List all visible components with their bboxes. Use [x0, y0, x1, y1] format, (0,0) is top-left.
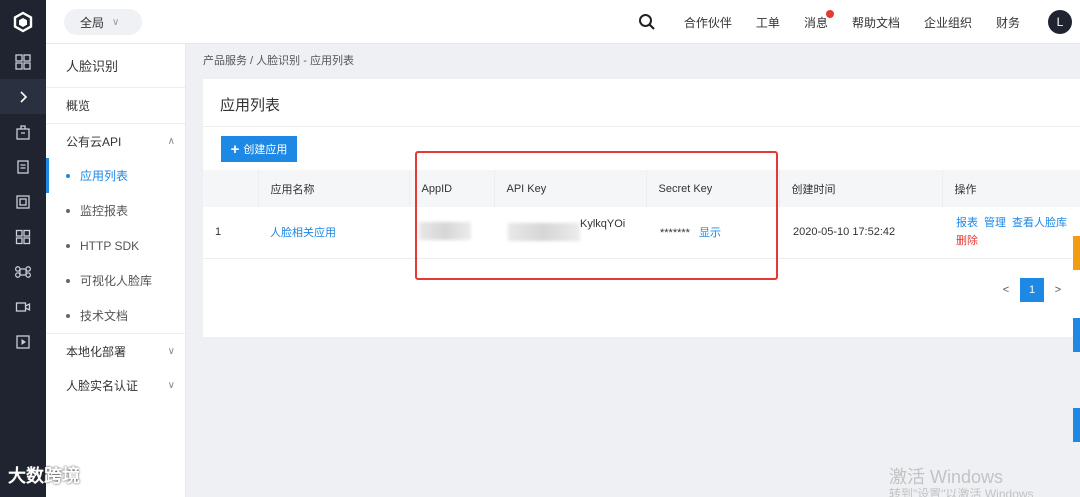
building-icon[interactable] [0, 114, 46, 149]
col-header-name: 应用名称 [258, 170, 410, 207]
sidebar-item-label: HTTP SDK [80, 238, 140, 253]
nav-messages-label: 消息 [803, 15, 828, 30]
search-icon[interactable] [638, 13, 656, 31]
pagination: < 1 > [992, 278, 1070, 302]
command-icon[interactable] [0, 254, 46, 289]
sidebar-item-http-sdk[interactable]: HTTP SDK [46, 228, 185, 263]
sidebar-group-label: 人脸实名认证 [66, 379, 139, 393]
sidebar-item-label: 技术文档 [80, 309, 129, 323]
play-icon[interactable] [0, 324, 46, 359]
nav-finance[interactable]: 财务 [996, 14, 1020, 31]
sidebar-item-monitor[interactable]: 监控报表 [46, 193, 185, 228]
brand-watermark: 大数跨境 [8, 462, 80, 488]
nav-help-docs[interactable]: 帮助文档 [852, 14, 900, 31]
ops-links: 报表 管理 查看人脸库删除 [956, 214, 1080, 250]
col-header-index [203, 170, 259, 207]
windows-activation-hint: 转到"设置"以激活 Windows [889, 487, 1034, 497]
scope-label: 全局 [80, 15, 105, 30]
sidebar-title: 人脸识别 [46, 44, 185, 88]
plus-icon: + [230, 140, 240, 158]
nav-messages[interactable]: 消息 [803, 9, 834, 31]
brand-watermark-text: 大数跨境 [8, 466, 80, 486]
nav-tickets[interactable]: 工单 [756, 14, 780, 31]
scope-selector[interactable]: 全局 ∨ [64, 9, 142, 35]
breadcrumb: 产品服务 / 人脸识别 - 应用列表 [203, 55, 354, 67]
ops-cell: 报表 管理 查看人脸库删除 [942, 207, 1080, 259]
grid-icon[interactable] [0, 44, 46, 79]
prev-page-button[interactable]: < [994, 278, 1018, 302]
sidebar-item-face-library[interactable]: 可视化人脸库 [46, 263, 185, 298]
bullet-icon [66, 278, 70, 283]
bullet-icon [66, 208, 70, 213]
create-app-label: 创建应用 [243, 144, 288, 156]
document-icon[interactable] [0, 149, 46, 184]
page-1-button[interactable]: 1 [1020, 278, 1044, 302]
col-header-created: 创建时间 [779, 170, 943, 207]
frame-icon[interactable] [0, 184, 46, 219]
report-link[interactable]: 报表 [956, 217, 978, 229]
sidebar-group-realname[interactable]: 人脸实名认证 ∨ [46, 368, 185, 403]
avatar[interactable]: L [1048, 10, 1072, 34]
bullet-icon [66, 173, 70, 178]
created-time: 2020-05-10 17:52:42 [779, 207, 942, 259]
next-page-button[interactable]: > [1046, 278, 1070, 302]
create-app-button[interactable]: + 创建应用 [221, 136, 297, 162]
sidebar-item-label: 应用列表 [80, 169, 129, 183]
sidebar-item-label: 监控报表 [80, 204, 129, 218]
bullet-icon [66, 243, 70, 248]
side-tab[interactable] [1073, 408, 1080, 442]
delete-link[interactable]: 删除 [956, 235, 978, 247]
chevron-down-icon: ∨ [167, 345, 175, 357]
bullet-icon [66, 313, 70, 318]
manage-link[interactable]: 管理 [984, 217, 1006, 229]
sidebar-item-overview[interactable]: 概览 [46, 88, 185, 123]
app-name-link[interactable]: 人脸相关应用 [258, 207, 409, 259]
icon-rail [0, 0, 46, 497]
chevron-up-icon: ∧ [167, 135, 175, 147]
product-sidebar: 人脸识别 概览 公有云API ∧ 应用列表 监控报表 HTTP SDK 可视化人… [46, 44, 186, 497]
divider [203, 126, 1080, 127]
highlight-box [415, 151, 778, 280]
feedback-tab[interactable] [1073, 236, 1080, 270]
sidebar-group-local-deploy[interactable]: 本地化部署 ∨ [46, 333, 185, 368]
row-index: 1 [203, 207, 258, 259]
logo-icon[interactable] [0, 0, 46, 44]
top-nav: 合作伙伴 工单 消息 帮助文档 企业组织 财务 L [638, 0, 1080, 44]
nav-organization[interactable]: 企业组织 [924, 14, 972, 31]
chevron-down-icon: ∨ [167, 380, 175, 391]
sidebar-group-label: 公有云API [66, 134, 122, 149]
page-title: 应用列表 [220, 97, 281, 114]
nav-partners[interactable]: 合作伙伴 [684, 14, 732, 31]
unread-dot-badge [825, 9, 834, 18]
col-header-ops: 操作 [942, 170, 1080, 207]
sidebar-item-label: 可视化人脸库 [80, 274, 153, 288]
sidebar-group-public-api[interactable]: 公有云API ∧ [46, 123, 185, 158]
sidebar-group-label: 本地化部署 [66, 344, 127, 359]
sidebar-item-tech-docs[interactable]: 技术文档 [46, 298, 185, 333]
apps-icon[interactable] [0, 219, 46, 254]
top-header: 全局 ∨ 合作伙伴 工单 消息 帮助文档 企业组织 财务 L [46, 0, 1080, 44]
chevron-down-icon: ∨ [112, 16, 120, 28]
sidebar-item-app-list[interactable]: 应用列表 [46, 158, 185, 193]
view-face-library-link[interactable]: 查看人脸库 [1012, 217, 1067, 229]
expand-icon[interactable] [0, 79, 46, 114]
side-tab[interactable] [1073, 318, 1080, 352]
camera-icon[interactable] [0, 289, 46, 324]
